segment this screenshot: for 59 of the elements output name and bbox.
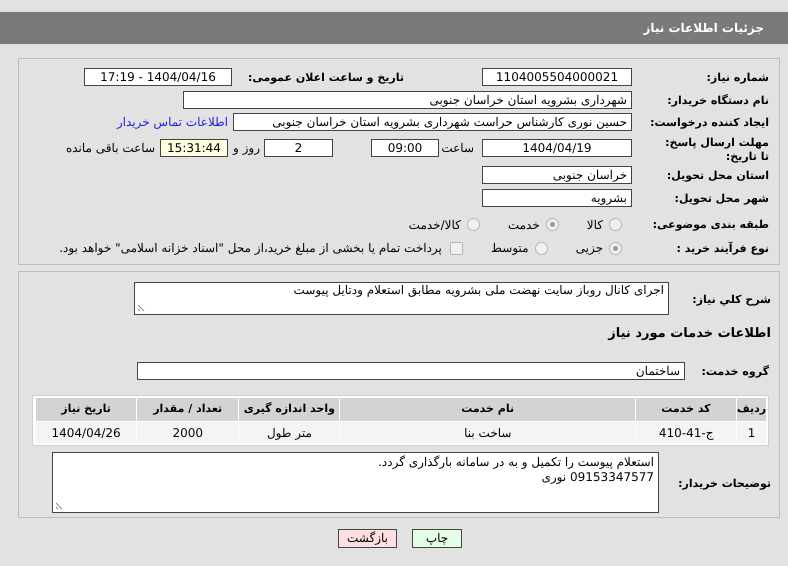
radio-button[interactable] [546,218,559,231]
field-label: توضیحات خریدار: [678,477,771,490]
radio-label: کالا/خدمت [408,216,461,234]
radio-label: خدمت [508,216,540,234]
input-field[interactable]: 1404/04/16 - 17:19 [84,68,232,86]
table-cell: 2000 [136,422,238,443]
input-field[interactable]: 09:00 [371,139,439,157]
field-label: استان محل تحویل: [666,169,769,182]
field-label: ایجاد کننده درخواست: [650,116,769,129]
input-field[interactable]: خراسان جنوبی [482,166,632,184]
input-field[interactable]: ساختمان [137,362,685,380]
field-label: طبقه بندی موضوعی: [652,218,769,232]
radio-label: متوسط [490,240,529,257]
field-label: ساعت [440,140,474,157]
radio-button[interactable] [609,242,622,254]
resize-grip-icon [55,502,63,510]
buyer-notes-textarea[interactable]: استعلام پیوست را تکمیل و به در سامانه بارگذاری گردد. 09153347577 نوری [52,452,659,513]
radio-button[interactable] [534,242,548,254]
section-heading: اطلاعات خدمات مورد نیاز [608,325,771,344]
remaining-time-field: 15:31:44 [160,139,228,157]
column-header: ردیف [736,398,766,421]
table-cell: متر طول [238,422,340,443]
radio-label: کالا [586,216,603,234]
field-label: شهر محل تحویل: [674,192,769,205]
column-header: تاریخ نیاز [34,398,136,421]
input-field[interactable]: 2 [264,139,333,157]
input-field[interactable]: شهرداری بشرویه استان خراسان جنوبی [183,91,632,109]
back-button[interactable]: بازگشت [338,529,397,548]
field-label: گروه خدمت: [701,364,769,378]
checkbox-label: پرداخت تمام یا بخشی از مبلغ خرید،از محل "اسناد خزانه اسلامی" خواهد بود. [59,240,442,257]
table-cell: 1404/04/26 [35,422,136,443]
description-textarea[interactable]: اجرای کانال روباز سایت نهضت ملی بشرویه مطابق استعلام ودتایل پیوست [134,282,669,315]
field-label: روز و [233,140,260,157]
field-label: نوع فرآیند خرید : [676,242,769,255]
field-label: شرح کلي نیاز: [692,293,771,306]
field-label: مهلت ارسال پاسخ: تا تاریخ: [664,136,769,164]
field-label: نام دستگاه خریدار: [667,94,769,107]
column-header: واحد اندازه گیری [238,398,340,421]
table-cell: 1 [736,422,766,443]
field-label: ساعت باقی مانده [66,140,155,157]
page-title: جزئیات اطلاعات نیاز [643,20,764,37]
print-button[interactable]: چاپ [412,529,462,548]
resize-grip-icon [137,304,145,312]
input-field[interactable]: بشرویه [482,189,632,207]
buyer-contact-link[interactable]: اطلاعات تماس خریدار [116,113,228,131]
input-field[interactable]: حسین نوری کارشناس حراست شهرداری بشرویه استان خراسان جنوبی [233,113,632,131]
field-label: شماره نیاز: [706,71,769,84]
table-cell: ساخت بنا [340,422,636,443]
input-field[interactable]: 1404/04/19 [482,139,632,157]
field-label: تاریخ و ساعت اعلان عمومی: [248,71,404,84]
radio-label: جزیی [576,240,603,257]
column-header: کد خدمت [634,398,736,421]
table-cell: ج-41-410 [635,422,736,443]
input-field[interactable]: 1104005504000021 [482,68,632,86]
checkbox[interactable] [450,242,463,254]
column-header: نام خدمت [339,398,635,421]
radio-button[interactable] [609,218,622,231]
radio-button[interactable] [466,218,480,231]
column-header: تعداد / مقدار [136,398,238,421]
